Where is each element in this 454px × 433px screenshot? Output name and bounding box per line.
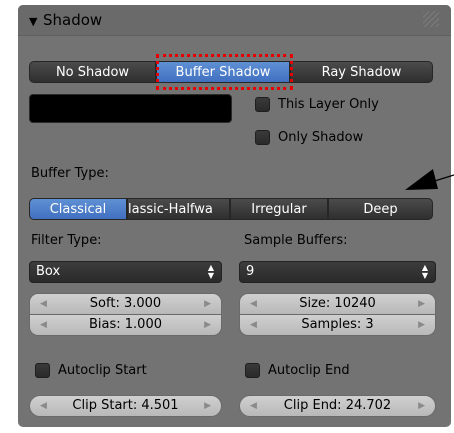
size-value: Size: 10240 — [299, 296, 376, 311]
checkbox-box[interactable] — [245, 363, 260, 378]
buffer-type-irregular[interactable]: Irregular — [230, 198, 328, 220]
bias-field[interactable]: ◀ Bias: 1.000 ▶ — [29, 314, 222, 336]
collapse-triangle-icon[interactable]: ▼ — [29, 16, 37, 27]
clip-start-value: Clip Start: 4.501 — [72, 398, 179, 413]
sample-buffers-label: Sample Buffers: — [244, 233, 348, 248]
this-layer-only-label: This Layer Only — [278, 97, 379, 112]
panel-header[interactable]: ▼ Shadow — [18, 5, 451, 36]
filter-type-dropdown[interactable]: Box ▲ ▼ — [29, 261, 222, 283]
drag-grip-icon[interactable] — [423, 11, 439, 27]
buffer-type-selector: Classical lassic-Halfwa Irregular Deep — [29, 198, 433, 220]
buffer-type-classic-halfway[interactable]: lassic-Halfwa — [127, 198, 230, 220]
ray-shadow-button[interactable]: Ray Shadow — [290, 61, 433, 83]
buffer-type-label: Buffer Type: — [31, 166, 109, 181]
clip-end-field[interactable]: ◀ Clip End: 24.702 ▶ — [239, 395, 436, 417]
filter-type-label: Filter Type: — [31, 233, 102, 248]
clip-end-value: Clip End: 24.702 — [283, 398, 392, 413]
size-field[interactable]: ◀ Size: 10240 ▶ — [239, 293, 436, 315]
autoclip-end-label: Autoclip End — [268, 363, 350, 378]
buffer-type-deep[interactable]: Deep — [328, 198, 433, 220]
increment-arrow-icon[interactable]: ▶ — [204, 396, 211, 416]
shadow-panel: ▼ Shadow No Shadow Buffer Shadow Ray Sha… — [18, 5, 451, 427]
panel-title: Shadow — [43, 11, 103, 29]
samples-value: Samples: 3 — [301, 317, 374, 332]
increment-arrow-icon[interactable]: ▶ — [418, 315, 425, 335]
sample-buffers-dropdown[interactable]: 9 ▲ ▼ — [239, 261, 436, 283]
shadow-color-swatch[interactable] — [29, 94, 232, 123]
soft-value: Soft: 3.000 — [89, 296, 162, 311]
samples-field[interactable]: ◀ Samples: 3 ▶ — [239, 314, 436, 336]
bias-value: Bias: 1.000 — [89, 317, 162, 332]
increment-arrow-icon[interactable]: ▶ — [204, 294, 211, 314]
checkbox-box[interactable] — [255, 130, 270, 145]
highlight-box — [156, 54, 293, 90]
up-down-arrow-icon: ▲ ▼ — [207, 263, 214, 280]
autoclip-start-label: Autoclip Start — [58, 363, 147, 378]
only-shadow-label: Only Shadow — [278, 130, 364, 145]
increment-arrow-icon[interactable]: ▶ — [418, 396, 425, 416]
buffer-type-classical[interactable]: Classical — [29, 198, 127, 220]
filter-type-value: Box — [36, 264, 61, 279]
increment-arrow-icon[interactable]: ▶ — [418, 294, 425, 314]
up-down-arrow-icon: ▲ ▼ — [421, 263, 428, 280]
soft-field[interactable]: ◀ Soft: 3.000 ▶ — [29, 293, 222, 315]
checkbox-box[interactable] — [35, 363, 50, 378]
sample-buffers-value: 9 — [246, 264, 255, 279]
clip-start-field[interactable]: ◀ Clip Start: 4.501 ▶ — [29, 395, 222, 417]
no-shadow-button[interactable]: No Shadow — [29, 61, 156, 83]
checkbox-box[interactable] — [255, 97, 270, 112]
increment-arrow-icon[interactable]: ▶ — [204, 315, 211, 335]
